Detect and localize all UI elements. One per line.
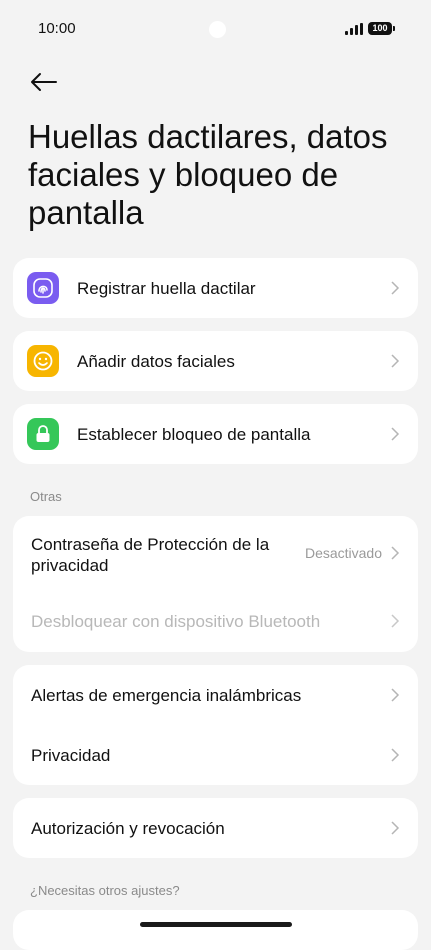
register-fingerprint-row[interactable]: Registrar huella dactilar bbox=[13, 258, 418, 318]
chevron-right-icon bbox=[390, 747, 400, 763]
set-screen-lock-row[interactable]: Establecer bloqueo de pantalla bbox=[13, 404, 418, 464]
bluetooth-unlock-row: Desbloquear con dispositivo Bluetooth bbox=[13, 588, 418, 652]
chevron-right-icon bbox=[390, 353, 400, 369]
privacy-row[interactable]: Privacidad bbox=[13, 725, 418, 785]
back-arrow-icon[interactable] bbox=[28, 66, 60, 98]
section-header-others: Otras bbox=[30, 489, 62, 504]
more-settings-card-partial bbox=[13, 910, 418, 950]
page-title: Huellas dactilares, datos faciales y blo… bbox=[28, 118, 388, 231]
smiley-face-icon bbox=[27, 345, 59, 377]
battery-icon: 100 bbox=[368, 22, 395, 35]
register-fingerprint-label: Registrar huella dactilar bbox=[77, 279, 256, 298]
privacy-label: Privacidad bbox=[31, 746, 111, 765]
padlock-icon bbox=[27, 418, 59, 450]
alerts-privacy-card: Alertas de emergencia inalámbricas Priva… bbox=[13, 665, 418, 785]
section-header-more-settings: ¿Necesitas otros ajustes? bbox=[30, 883, 180, 898]
home-indicator[interactable] bbox=[140, 922, 292, 927]
camera-cutout bbox=[209, 21, 226, 38]
privacy-password-value: Desactivado bbox=[304, 545, 382, 561]
add-face-data-label: Añadir datos faciales bbox=[77, 352, 235, 371]
chevron-right-icon bbox=[390, 820, 400, 836]
authorization-card: Autorización y revocación bbox=[13, 798, 418, 858]
chevron-right-icon bbox=[390, 280, 400, 296]
fingerprint-card: Registrar huella dactilar bbox=[13, 258, 418, 318]
screen-lock-card: Establecer bloqueo de pantalla bbox=[13, 404, 418, 464]
chevron-right-icon bbox=[390, 545, 400, 561]
emergency-alerts-row[interactable]: Alertas de emergencia inalámbricas bbox=[13, 665, 418, 725]
emergency-alerts-label: Alertas de emergencia inalámbricas bbox=[31, 686, 302, 705]
face-data-card: Añadir datos faciales bbox=[13, 331, 418, 391]
set-screen-lock-label: Establecer bloqueo de pantalla bbox=[77, 425, 311, 444]
add-face-data-row[interactable]: Añadir datos faciales bbox=[13, 331, 418, 391]
authorization-row[interactable]: Autorización y revocación bbox=[13, 798, 418, 858]
privacy-password-row[interactable]: Contraseña de Protección de la privacida… bbox=[13, 516, 418, 588]
chevron-right-icon bbox=[390, 426, 400, 442]
chevron-right-icon bbox=[390, 613, 400, 629]
chevron-right-icon bbox=[390, 687, 400, 703]
signal-icon bbox=[345, 23, 365, 35]
status-bar: 10:00 100 bbox=[0, 0, 431, 60]
bluetooth-unlock-label: Desbloquear con dispositivo Bluetooth bbox=[31, 612, 321, 631]
privacy-password-label: Contraseña de Protección de la privacida… bbox=[31, 535, 270, 575]
fingerprint-icon bbox=[27, 272, 59, 304]
others-card: Contraseña de Protección de la privacida… bbox=[13, 516, 418, 652]
authorization-label: Autorización y revocación bbox=[31, 819, 225, 838]
status-time: 10:00 bbox=[38, 20, 76, 37]
